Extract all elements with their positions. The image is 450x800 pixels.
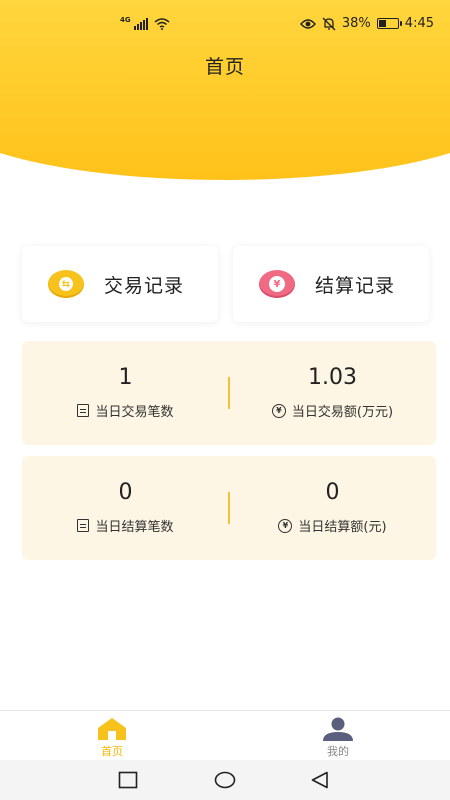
stat-value: 1.03 bbox=[306, 365, 359, 391]
settlement-records-button[interactable]: ¥ 结算记录 bbox=[233, 246, 429, 322]
stat-label: 当日交易额(万元) bbox=[291, 405, 394, 420]
stat-label-row: ¥ 当日交易额(万元) bbox=[271, 401, 394, 420]
clock: 4:45 bbox=[404, 16, 434, 31]
tab-home-label: 首页 bbox=[101, 745, 123, 758]
stat-value: 1 bbox=[116, 365, 135, 391]
mute-bell-icon bbox=[322, 17, 336, 30]
status-bar-right: 38% 4:45 bbox=[299, 16, 434, 31]
document-icon bbox=[77, 519, 90, 532]
home-circle-button[interactable] bbox=[214, 771, 236, 789]
stat-label-row: 当日交易笔数 bbox=[77, 401, 174, 420]
stat-label-row: 当日结算笔数 bbox=[77, 516, 174, 535]
user-icon bbox=[322, 715, 354, 741]
tab-me-label: 我的 bbox=[327, 745, 349, 758]
transaction-stats-panel: 1 当日交易笔数 1.03 ¥ 当日交易额(万元) bbox=[22, 341, 436, 445]
bottom-nav: 首页 我的 bbox=[0, 710, 450, 760]
exchange-coin-icon: ⇆ bbox=[48, 270, 84, 298]
signal-icon: 4G bbox=[120, 16, 148, 30]
document-icon bbox=[77, 404, 90, 417]
battery-icon bbox=[376, 18, 402, 29]
system-nav-bar bbox=[0, 760, 450, 800]
stat-label: 当日交易笔数 bbox=[95, 405, 174, 420]
daily-settlement-count: 0 当日结算笔数 bbox=[22, 456, 229, 560]
stat-label-row: ¥ 当日结算额(元) bbox=[278, 516, 387, 535]
page-title: 首页 bbox=[204, 56, 245, 78]
app-screen: 4G 38% 4:45 首页 ⇆ 交易记录 ¥ 结算记录 1 当日交易笔数 1.… bbox=[0, 0, 450, 800]
transaction-records-button[interactable]: ⇆ 交易记录 bbox=[22, 246, 218, 322]
stat-label: 当日结算额(元) bbox=[298, 520, 387, 535]
status-bar: 4G 38% 4:45 bbox=[0, 14, 450, 38]
home-icon bbox=[97, 715, 127, 741]
daily-transaction-amount: 1.03 ¥ 当日交易额(万元) bbox=[229, 341, 436, 445]
back-button[interactable] bbox=[310, 771, 330, 789]
stat-label: 当日结算笔数 bbox=[95, 520, 174, 535]
daily-transaction-count: 1 当日交易笔数 bbox=[22, 341, 229, 445]
stat-value: 0 bbox=[323, 480, 342, 506]
recents-button[interactable] bbox=[118, 771, 138, 789]
settlement-stats-panel: 0 当日结算笔数 0 ¥ 当日结算额(元) bbox=[22, 456, 436, 560]
wifi-icon bbox=[154, 18, 170, 30]
transaction-records-label: 交易记录 bbox=[104, 274, 185, 297]
battery-percent: 38% bbox=[341, 16, 371, 31]
yen-coin-icon: ¥ bbox=[259, 270, 295, 298]
eye-icon bbox=[299, 18, 316, 29]
network-type: 4G bbox=[120, 16, 131, 24]
tab-me[interactable]: 我的 bbox=[298, 715, 378, 759]
settlement-records-label: 结算记录 bbox=[315, 274, 396, 297]
status-bar-network: 4G bbox=[120, 16, 170, 30]
daily-settlement-amount: 0 ¥ 当日结算额(元) bbox=[229, 456, 436, 560]
stat-value: 0 bbox=[116, 480, 135, 506]
yen-circle-icon: ¥ bbox=[278, 518, 293, 533]
yen-circle-icon: ¥ bbox=[271, 403, 286, 418]
tab-home[interactable]: 首页 bbox=[72, 715, 152, 759]
